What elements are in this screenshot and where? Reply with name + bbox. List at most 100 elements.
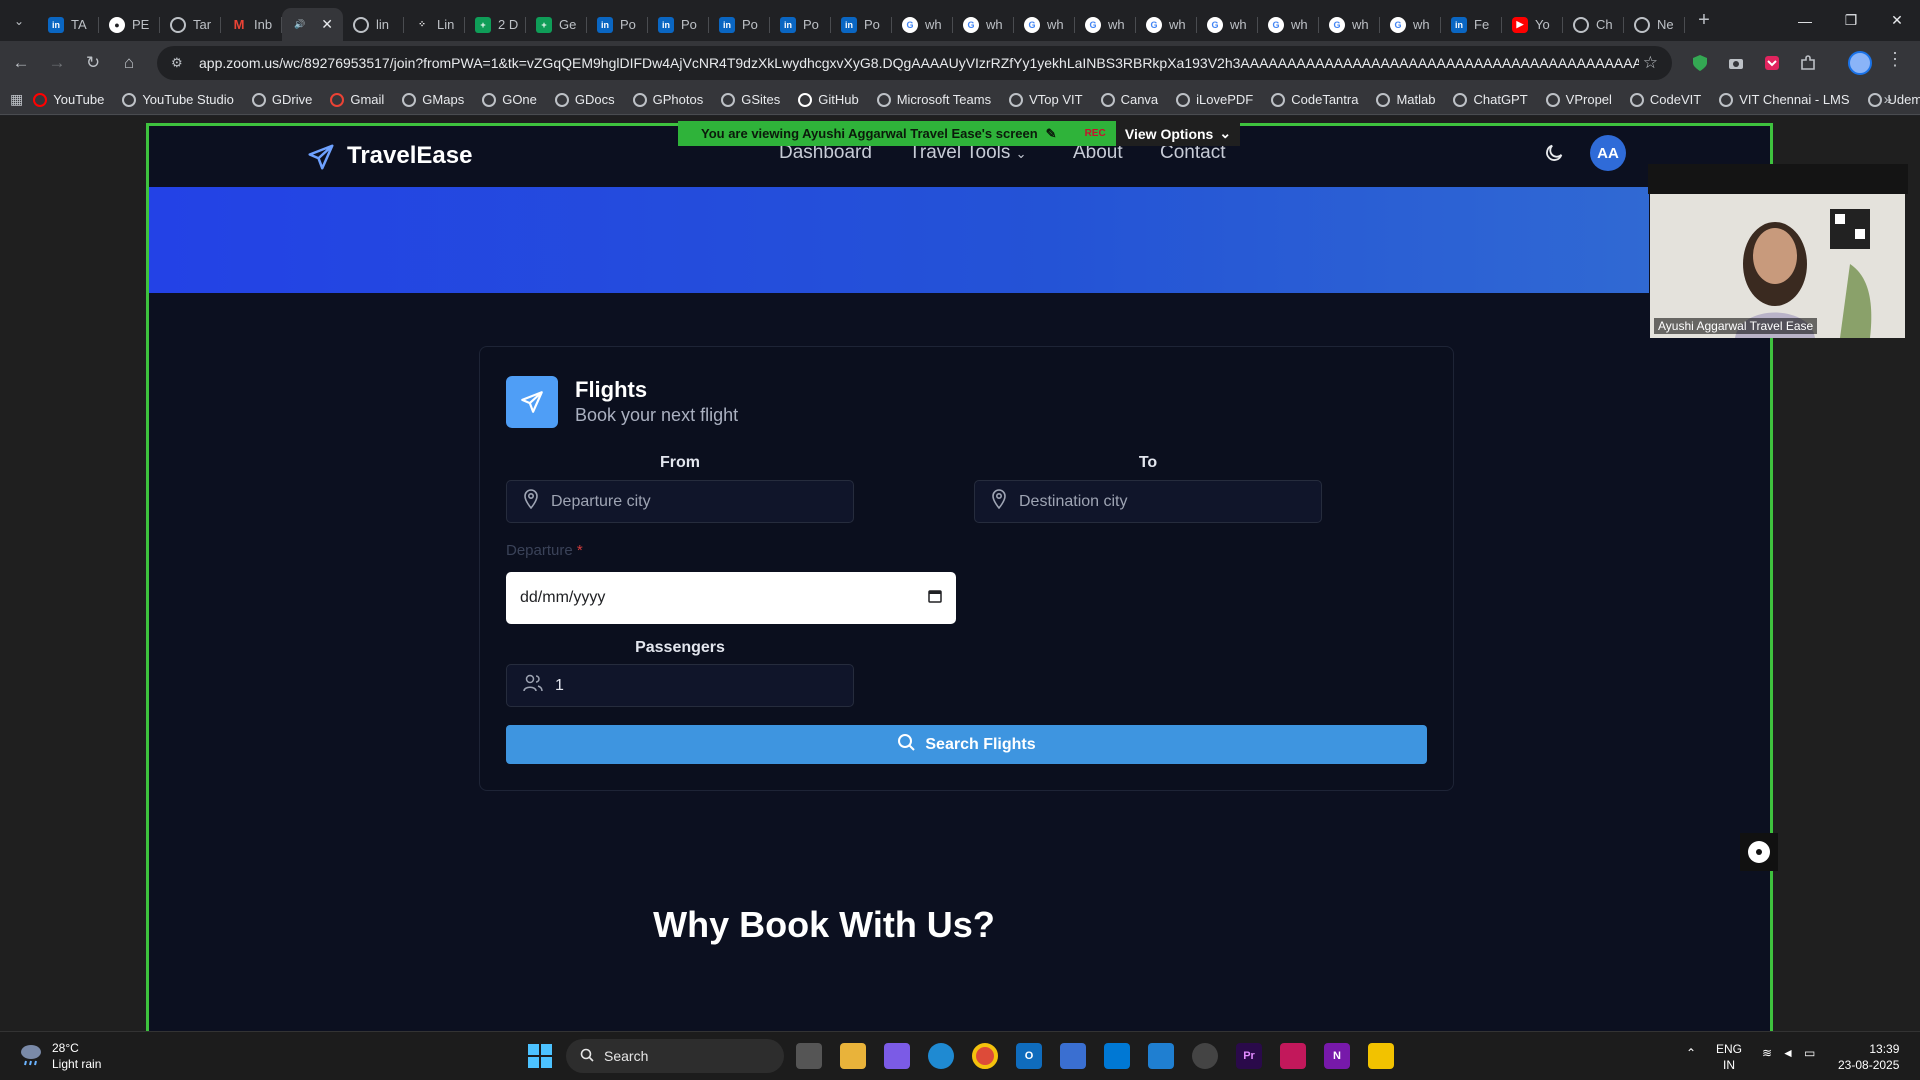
- edge-icon[interactable]: [928, 1043, 954, 1069]
- user-avatar[interactable]: AA: [1590, 135, 1626, 171]
- browser-tab[interactable]: Gwh: [1136, 8, 1197, 41]
- vscode-icon[interactable]: [1148, 1043, 1174, 1069]
- onenote-icon[interactable]: N: [1324, 1043, 1350, 1069]
- passengers-field[interactable]: 1: [506, 664, 854, 707]
- bookmark-item[interactable]: GOne: [482, 92, 537, 107]
- browser-tab[interactable]: in Po: [770, 8, 831, 41]
- address-bar[interactable]: ⚙ app.zoom.us/wc/89276953517/join?fromPW…: [157, 46, 1672, 80]
- bookmark-item[interactable]: GitHub: [798, 92, 859, 107]
- volume-icon[interactable]: ◄: [1782, 1046, 1794, 1060]
- minimize-icon[interactable]: —: [1782, 0, 1828, 41]
- browser-tab[interactable]: in TA: [38, 8, 99, 41]
- bookmark-item[interactable]: VIT Chennai - LMS: [1719, 92, 1850, 107]
- bookmark-item[interactable]: YouTube: [33, 92, 104, 107]
- bookmark-item[interactable]: GSites: [721, 92, 780, 107]
- participant-video[interactable]: Ayushi Aggarwal Travel Ease: [1650, 194, 1905, 338]
- premiere-icon[interactable]: Pr: [1236, 1043, 1262, 1069]
- brand-name[interactable]: TravelEase: [347, 142, 472, 170]
- tray-chevron-icon[interactable]: ⌃: [1686, 1046, 1696, 1060]
- view-options-button[interactable]: View Options ⌄: [1116, 121, 1240, 146]
- browser-tab[interactable]: in Fe: [1441, 8, 1502, 41]
- bookmark-item[interactable]: ChatGPT: [1453, 92, 1528, 107]
- system-clock[interactable]: 13:39 23-08-2025: [1838, 1041, 1899, 1073]
- bookmark-item[interactable]: GDocs: [554, 92, 615, 107]
- app-icon[interactable]: [1104, 1043, 1130, 1069]
- calendar-icon[interactable]: [928, 589, 942, 608]
- menu-kebab-icon[interactable]: ⋮: [1886, 49, 1904, 70]
- wifi-icon[interactable]: ≋: [1762, 1046, 1772, 1060]
- store-icon[interactable]: [1060, 1043, 1086, 1069]
- chat-bubble-icon[interactable]: [1740, 833, 1778, 871]
- file-explorer-icon[interactable]: [840, 1043, 866, 1069]
- bookmark-item[interactable]: CodeVIT: [1629, 92, 1701, 107]
- site-info-icon[interactable]: ⚙: [171, 55, 191, 71]
- browser-tab[interactable]: Gwh: [953, 8, 1014, 41]
- bookmark-item[interactable]: Microsoft Teams: [876, 92, 991, 107]
- browser-tab[interactable]: 🔊 ✕: [282, 8, 343, 41]
- browser-tab[interactable]: lin: [343, 8, 404, 41]
- browser-tab[interactable]: in Po: [831, 8, 892, 41]
- forward-icon[interactable]: →: [42, 48, 72, 78]
- browser-tab[interactable]: Gwh: [1380, 8, 1441, 41]
- browser-tab[interactable]: Gwh: [1319, 8, 1380, 41]
- browser-tab[interactable]: M Inb: [221, 8, 282, 41]
- home-icon[interactable]: ⌂: [114, 48, 144, 78]
- browser-tab[interactable]: ● PE: [99, 8, 160, 41]
- windows-start-icon[interactable]: [528, 1044, 552, 1073]
- bookmark-item[interactable]: CodeTantra: [1271, 92, 1358, 107]
- chrome-icon[interactable]: [972, 1043, 998, 1069]
- from-field[interactable]: Departure city: [506, 480, 854, 523]
- new-tab-button[interactable]: +: [1689, 6, 1719, 36]
- browser-tab[interactable]: in Po: [648, 8, 709, 41]
- browser-tab[interactable]: Gwh: [892, 8, 953, 41]
- bookmark-item[interactable]: YouTube Studio: [122, 92, 234, 107]
- copilot-icon[interactable]: [884, 1043, 910, 1069]
- extensions-puzzle-icon[interactable]: [1794, 49, 1822, 77]
- snipping-icon[interactable]: [1280, 1043, 1306, 1069]
- reload-icon[interactable]: ↻: [78, 48, 108, 78]
- bookmark-item[interactable]: GMaps: [402, 92, 464, 107]
- bookmark-item[interactable]: GDrive: [251, 92, 312, 107]
- github-desktop-icon[interactable]: [1192, 1043, 1218, 1069]
- restore-icon[interactable]: ❐: [1828, 0, 1874, 41]
- weather-widget[interactable]: 28°C Light rain: [18, 1040, 101, 1072]
- bookmark-item[interactable]: Canva: [1100, 92, 1158, 107]
- bookmark-item[interactable]: iLovePDF: [1176, 92, 1253, 107]
- bookmark-item[interactable]: Matlab: [1376, 92, 1435, 107]
- bookmark-star-icon[interactable]: ☆: [1643, 53, 1658, 73]
- browser-tab[interactable]: Gwh: [1075, 8, 1136, 41]
- battery-icon[interactable]: ▭: [1804, 1046, 1815, 1060]
- to-field[interactable]: Destination city: [974, 480, 1322, 523]
- bookmark-item[interactable]: Gmail: [330, 92, 384, 107]
- language-indicator[interactable]: ENG IN: [1716, 1041, 1742, 1073]
- back-icon[interactable]: ←: [6, 48, 36, 78]
- outlook-icon[interactable]: O: [1016, 1043, 1042, 1069]
- browser-tab[interactable]: Ne: [1624, 8, 1685, 41]
- bookmarks-overflow-icon[interactable]: »: [1884, 91, 1892, 108]
- url-text[interactable]: app.zoom.us/wc/89276953517/join?fromPWA=…: [199, 55, 1639, 71]
- bookmark-item[interactable]: VTop VIT: [1009, 92, 1083, 107]
- browser-tab[interactable]: Gwh: [1258, 8, 1319, 41]
- browser-tab[interactable]: in Po: [709, 8, 770, 41]
- bookmark-item[interactable]: VPropel: [1545, 92, 1612, 107]
- taskbar-search[interactable]: Search: [566, 1039, 784, 1073]
- browser-tab[interactable]: + Ge: [526, 8, 587, 41]
- browser-tab[interactable]: +2 D: [465, 8, 526, 41]
- bookmark-item[interactable]: Udemy: [1867, 92, 1920, 107]
- camera-extension-icon[interactable]: [1722, 49, 1750, 77]
- profile-avatar[interactable]: [1848, 51, 1872, 75]
- browser-tab[interactable]: Ch: [1563, 8, 1624, 41]
- tab-search-icon[interactable]: ⌄: [0, 0, 38, 41]
- browser-tab[interactable]: Gwh: [1197, 8, 1258, 41]
- browser-tab[interactable]: Tar: [160, 8, 221, 41]
- browser-tab[interactable]: ▶ Yo: [1502, 8, 1563, 41]
- sticky-notes-icon[interactable]: [1368, 1043, 1394, 1069]
- close-icon[interactable]: ✕: [1874, 0, 1920, 41]
- tab-close-icon[interactable]: ✕: [321, 16, 333, 33]
- browser-tab[interactable]: in Po: [587, 8, 648, 41]
- apps-grid-icon[interactable]: ▦: [10, 91, 23, 108]
- task-view-icon[interactable]: [796, 1043, 822, 1069]
- shield-extension-icon[interactable]: [1686, 49, 1714, 77]
- browser-tab[interactable]: Gwh: [1014, 8, 1075, 41]
- browser-tab[interactable]: ⁘ Lin: [404, 8, 465, 41]
